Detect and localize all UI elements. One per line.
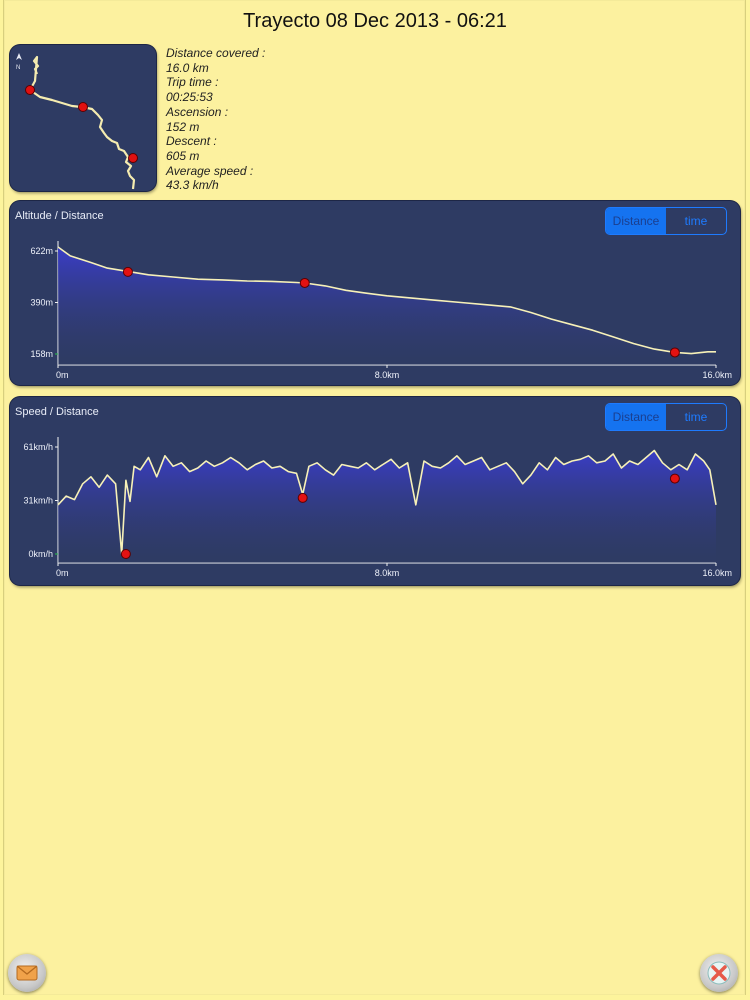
speed-series-area — [58, 450, 716, 563]
altitude-series-area — [58, 247, 716, 365]
stat-value-ascension: 152 m — [166, 119, 200, 134]
speed-ytick-label: 0km/h — [28, 549, 53, 559]
stat-label-descent: Descent : — [166, 134, 217, 149]
route-map[interactable]: N — [10, 45, 156, 191]
speed-marker — [120, 549, 131, 559]
stat-value-distance: 16.0 km — [166, 60, 209, 75]
altitude-ytick-label: 390m — [30, 298, 53, 308]
route-path — [28, 55, 136, 190]
speed-marker — [297, 492, 308, 503]
page-title: Trayecto 08 Dec 2013 - 06:21 — [243, 10, 507, 32]
altitude-chart-panel[interactable]: Altitude / Distance Distance time 622m 39… — [10, 201, 740, 385]
altitude-chart-svg: 622m 390m 158m 0m 8.0km 16.0km — [30, 241, 732, 380]
close-button[interactable] — [700, 954, 738, 992]
altitude-xtick-label: 0m — [56, 370, 69, 380]
speed-xtick-label: 16.0km — [702, 568, 732, 578]
speed-xtick-label: 0m — [56, 568, 69, 578]
route-marker-end — [128, 153, 138, 163]
altitude-ytick-label: 158m — [30, 349, 53, 359]
trip-stats: Distance covered : 16.0 km Trip time : 0… — [166, 46, 265, 193]
north-arrow-icon: N — [16, 53, 22, 71]
route-marker-start — [25, 85, 35, 95]
speed-chart-panel[interactable]: Speed / Distance Distance time 61km/h 31k… — [10, 397, 740, 585]
altitude-xtick-label: 16.0km — [702, 370, 732, 380]
altitude-marker — [299, 277, 310, 288]
share-mail-button[interactable] — [8, 954, 46, 992]
speed-marker — [669, 473, 680, 484]
stat-value-trip-time: 00:25:53 — [166, 90, 213, 105]
stat-label-distance: Distance covered : — [166, 46, 266, 60]
speed-chart-svg: 61km/h 31km/h 0km/h0m 8.0km 16.0km — [23, 437, 732, 578]
stat-value-average-speed: 43.3 km/h — [166, 178, 219, 193]
envelope-icon — [16, 965, 38, 981]
stat-label-average-speed: Average speed : — [166, 163, 254, 178]
altitude-ytick-label: 622m — [30, 246, 53, 256]
speed-xtick-label: 8.0km — [375, 568, 400, 578]
route-marker-mid — [78, 102, 88, 112]
route-map-svg: N — [16, 53, 138, 190]
stat-label-trip-time: Trip time : — [166, 75, 219, 90]
north-label: N — [16, 65, 20, 71]
close-x-icon — [707, 961, 731, 985]
speed-ytick-label: 61km/h — [23, 442, 53, 452]
altitude-marker — [122, 266, 133, 277]
speed-ytick-label: 31km/h — [23, 496, 53, 506]
stat-value-descent: 605 m — [166, 148, 200, 163]
altitude-xtick-label: 8.0km — [375, 370, 400, 380]
stat-label-ascension: Ascension : — [166, 104, 229, 119]
altitude-marker — [669, 347, 680, 358]
